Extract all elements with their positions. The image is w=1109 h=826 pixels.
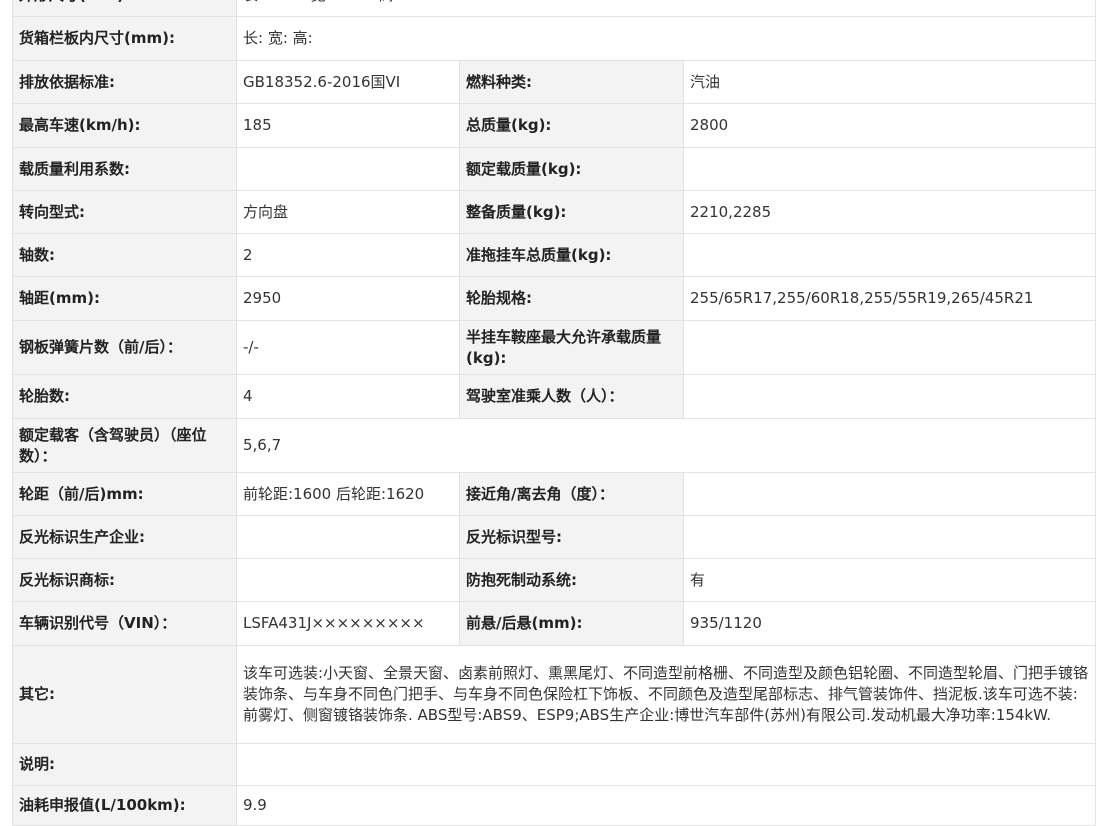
spec-value: 前轮距:1600 后轮距:1620 [236, 472, 460, 516]
spec-label: 钢板弹簧片数（前/后）： [12, 320, 237, 375]
spec-label: 排放依据标准: [12, 60, 237, 104]
spec-value [682, 374, 1097, 419]
spec-label: 燃料种类: [459, 60, 684, 104]
table-row: 载质量利用系数: 额定载质量(kg): [12, 147, 1097, 191]
spec-value [236, 147, 460, 191]
spec-label: 其它: [12, 645, 237, 744]
spec-value: 185 [236, 103, 460, 148]
spec-value: GB18352.6-2016国VI [236, 60, 460, 104]
table-row: 转向型式: 方向盘 整备质量(kg): 2210,2285 [12, 190, 1097, 234]
spec-value: 255/65R17,255/60R18,255/55R19,265/45R21 [682, 276, 1097, 321]
table-row: 最高车速(km/h): 185 总质量(kg): 2800 [12, 103, 1097, 148]
spec-label: 轴距(mm): [12, 276, 237, 321]
spec-label: 轴数: [12, 233, 237, 277]
spec-label: 车辆识别代号（VIN）： [12, 601, 237, 646]
spec-label: 反光标识生产企业: [12, 515, 237, 559]
spec-value [682, 147, 1097, 191]
spec-label: 货箱栏板内尺寸(mm): [12, 16, 237, 61]
vehicle-spec-table: 外形尺寸(mm): 长: 5005 宽: 1962 高: 1875 货箱栏板内尺… [12, 0, 1097, 826]
table-row: 轴数: 2 准拖挂车总质量(kg): [12, 233, 1097, 277]
spec-value: 935/1120 [682, 601, 1097, 646]
spec-label: 轮胎数: [12, 374, 237, 419]
spec-value [682, 515, 1097, 559]
spec-value [236, 515, 460, 559]
spec-label: 反光标识型号: [459, 515, 684, 559]
spec-value [236, 558, 460, 602]
table-row: 油耗申报值(L/100km): 9.9 [12, 785, 1097, 826]
spec-value: 5,6,7 [235, 418, 1097, 473]
spec-label: 轮胎规格: [459, 276, 684, 321]
spec-value: 2800 [682, 103, 1097, 148]
table-row: 货箱栏板内尺寸(mm): 长: 宽: 高: [12, 16, 1097, 61]
spec-label: 轮距（前/后)mm: [12, 472, 237, 516]
spec-value: 9.9 [235, 785, 1097, 826]
table-row: 反光标识生产企业: 反光标识型号: [12, 515, 1097, 559]
table-row: 额定载客（含驾驶员）（座位数）： 5,6,7 [12, 418, 1097, 473]
spec-value: 2 [236, 233, 460, 277]
spec-label: 防抱死制动系统: [459, 558, 684, 602]
table-row: 排放依据标准: GB18352.6-2016国VI 燃料种类: 汽油 [12, 60, 1097, 104]
table-row: 钢板弹簧片数（前/后）： -/- 半挂车鞍座最大允许承载质量(kg): [12, 320, 1097, 375]
spec-value: 该车可选装:小天窗、全景天窗、卤素前照灯、熏黑尾灯、不同造型前格栅、不同造型及颜… [235, 645, 1097, 744]
spec-label: 额定载质量(kg): [459, 147, 684, 191]
spec-label: 最高车速(km/h): [12, 103, 237, 148]
spec-label: 载质量利用系数: [12, 147, 237, 191]
spec-value [682, 472, 1097, 516]
spec-value [682, 320, 1097, 375]
table-row: 轮距（前/后)mm: 前轮距:1600 后轮距:1620 接近角/离去角（度）： [12, 472, 1097, 516]
table-row: 轴距(mm): 2950 轮胎规格: 255/65R17,255/60R18,2… [12, 276, 1097, 321]
spec-value [682, 233, 1097, 277]
spec-value: -/- [236, 320, 460, 375]
spec-label: 油耗申报值(L/100km): [12, 785, 237, 826]
spec-label: 准拖挂车总质量(kg): [459, 233, 684, 277]
spec-value: 汽油 [682, 60, 1097, 104]
spec-value: 有 [682, 558, 1097, 602]
spec-value: 长: 宽: 高: [235, 16, 1097, 61]
spec-label: 反光标识商标: [12, 558, 237, 602]
spec-value: 长: 5005 宽: 1962 高: 1875 [235, 0, 1097, 17]
spec-value: 方向盘 [236, 190, 460, 234]
spec-value: 2210,2285 [682, 190, 1097, 234]
table-row: 轮胎数: 4 驾驶室准乘人数（人）： [12, 374, 1097, 419]
spec-label: 前悬/后悬(mm): [459, 601, 684, 646]
spec-value: LSFA431J××××××××× [236, 601, 460, 646]
spec-label: 接近角/离去角（度）： [459, 472, 684, 516]
spec-label: 整备质量(kg): [459, 190, 684, 234]
table-row: 外形尺寸(mm): 长: 5005 宽: 1962 高: 1875 [12, 0, 1097, 17]
spec-label: 外形尺寸(mm): [12, 0, 237, 17]
spec-label: 说明: [12, 743, 237, 786]
spec-value [235, 743, 1097, 786]
table-row: 说明: [12, 743, 1097, 786]
table-row: 其它: 该车可选装:小天窗、全景天窗、卤素前照灯、熏黑尾灯、不同造型前格栅、不同… [12, 645, 1097, 744]
spec-label: 转向型式: [12, 190, 237, 234]
table-row: 反光标识商标: 防抱死制动系统: 有 [12, 558, 1097, 602]
spec-label: 半挂车鞍座最大允许承载质量(kg): [459, 320, 684, 375]
spec-value: 4 [236, 374, 460, 419]
spec-value: 2950 [236, 276, 460, 321]
spec-label: 总质量(kg): [459, 103, 684, 148]
spec-label: 驾驶室准乘人数（人）： [459, 374, 684, 419]
spec-label: 额定载客（含驾驶员）（座位数）： [12, 418, 237, 473]
table-row: 车辆识别代号（VIN）： LSFA431J××××××××× 前悬/后悬(mm)… [12, 601, 1097, 646]
